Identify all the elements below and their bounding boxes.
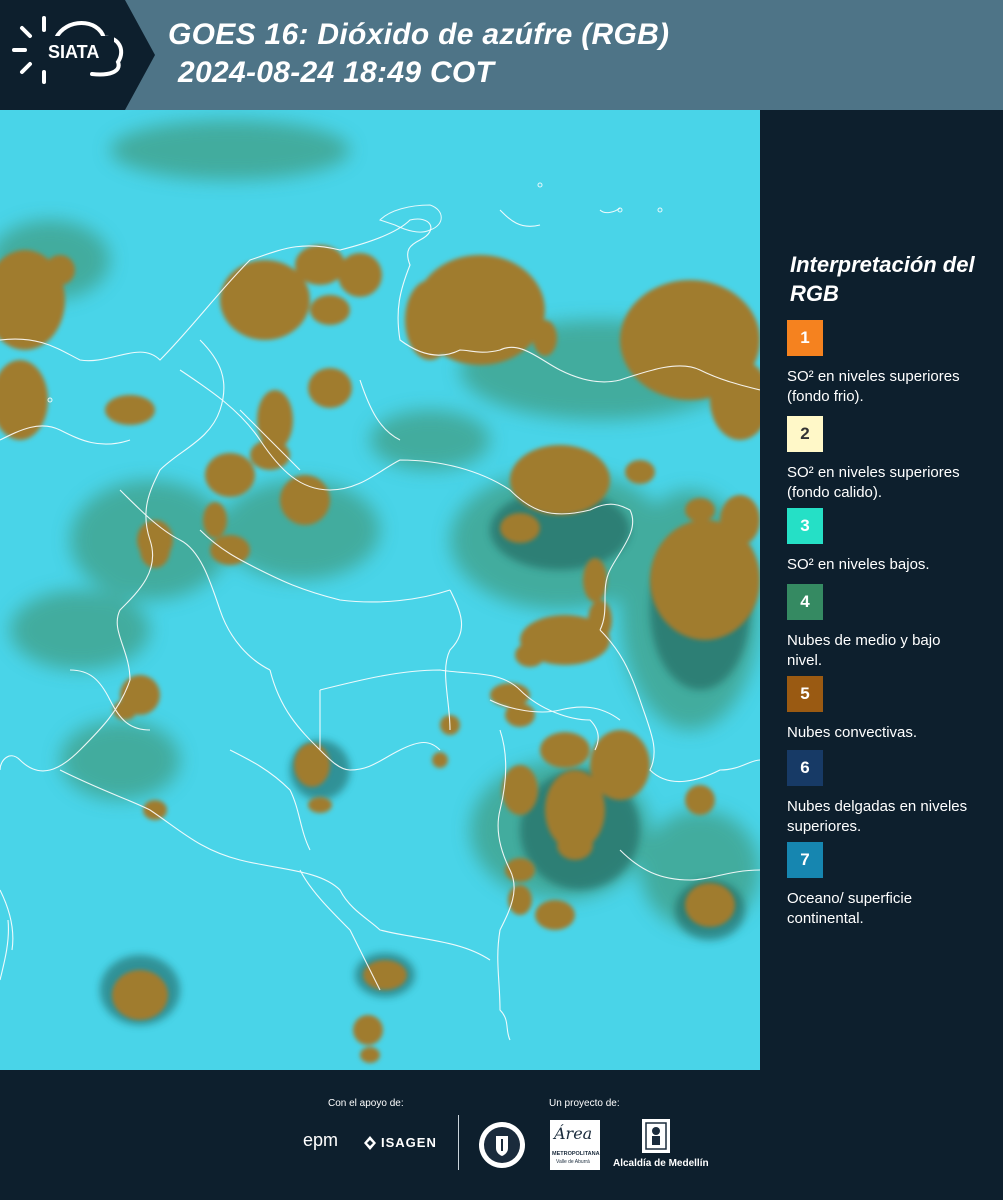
legend-swatch: 2 [787,416,823,452]
footer-divider [458,1115,459,1170]
footer: Con el apoyo de: Un proyecto de: epm ISA… [0,1070,1003,1200]
legend-text: Oceano/ superficie continental. [787,890,913,927]
legend-item-5: 5 Nubes convectivas. [787,676,997,743]
isagen-icon [362,1134,378,1157]
project-label: Un proyecto de: [549,1098,620,1109]
alcaldia-seal [641,1118,671,1159]
legend-swatch: 1 [787,320,823,356]
legend-panel: Interpretación del RGB 1 SO² en niveles … [760,110,1003,1070]
page-title: GOES 16: Dióxido de azúfre (RGB) [168,18,670,51]
legend-text: Nubes convectivas. [787,724,918,741]
svg-text:SIATA: SIATA [48,42,99,62]
legend-item-7: 7 Oceano/ superficie continental. [787,842,997,929]
alcaldia-label: Alcaldía de Medellín [613,1158,709,1169]
header-bar: SIATA GOES 16: Dióxido de azúfre (RGB) 2… [0,0,1003,110]
legend-swatch: 3 [787,508,823,544]
support-label: Con el apoyo de: [328,1098,404,1109]
legend-text: SO² en niveles bajos. [787,556,930,573]
epm-logo: epm [303,1130,339,1150]
legend-text: SO² en niveles superiores (fondo calido)… [787,464,960,501]
timestamp: 2024-08-24 18:49 COT [178,56,495,89]
area-metropolitana-logo: Área METROPOLITANA Valle de Aburrá [550,1120,600,1170]
legend-swatch: 4 [787,584,823,620]
satellite-image [0,110,760,1070]
legend-item-4: 4 Nubes de medio y bajo nivel. [787,584,997,671]
medellin-seal [477,1120,527,1175]
isagen-logo: ISAGEN [381,1135,437,1150]
legend-text: Nubes delgadas en niveles superiores. [787,798,968,835]
legend-title: Interpretación del RGB [790,252,975,306]
legend-swatch: 6 [787,750,823,786]
legend-item-6: 6 Nubes delgadas en niveles superiores. [787,750,997,837]
legend-swatch: 5 [787,676,823,712]
siata-logo: SIATA [0,0,155,110]
legend-item-2: 2 SO² en niveles superiores (fondo calid… [787,416,997,503]
legend-item-1: 1 SO² en niveles superiores (fondo frio)… [787,320,997,407]
legend-item-3: 3 SO² en niveles bajos. [787,508,997,575]
legend-text: SO² en niveles superiores (fondo frio). [787,368,960,405]
legend-text: Nubes de medio y bajo nivel. [787,632,941,669]
legend-swatch: 7 [787,842,823,878]
